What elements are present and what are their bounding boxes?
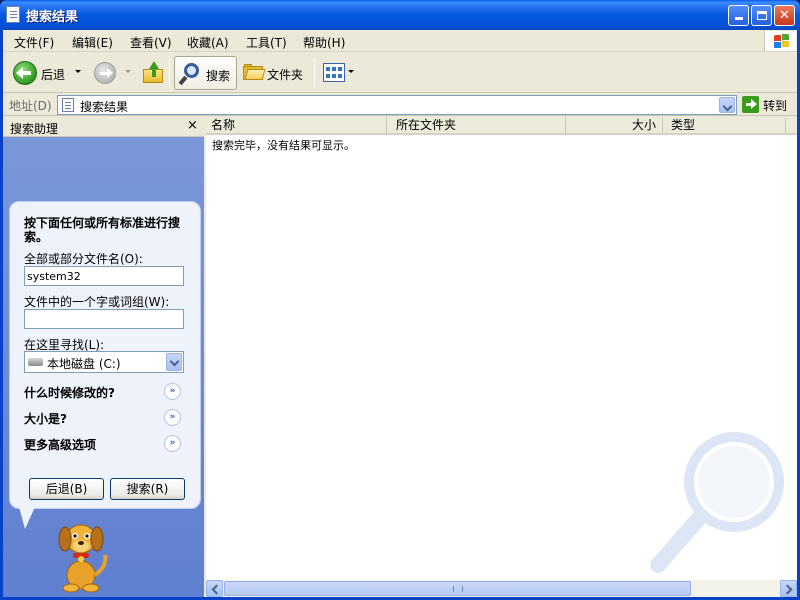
expand-chevron-icon[interactable]: » xyxy=(164,435,181,452)
expander-label: 大小是? xyxy=(24,412,67,426)
horizontal-scrollbar[interactable] xyxy=(206,580,797,597)
results-list[interactable]: 名称 所在文件夹 大小 类型 搜索完毕，没有结果可显示。 xyxy=(206,117,797,597)
column-type[interactable]: 类型 xyxy=(666,117,786,134)
close-button[interactable]: ✕ xyxy=(774,5,795,26)
search-button[interactable]: 搜索 xyxy=(174,56,237,90)
search-companion-pane: 搜索助理 × 按下面任何或所有标准进行搜索。 全部或部分文件名(O): syst… xyxy=(3,117,204,597)
hard-drive-icon xyxy=(28,358,43,366)
expander-date-modified[interactable]: 什么时候修改的? » xyxy=(24,383,184,401)
text-in-file-input[interactable] xyxy=(24,309,184,329)
empty-results-message: 搜索完毕，没有结果可显示。 xyxy=(212,139,355,152)
pane-title: 搜索助理 xyxy=(10,122,59,136)
look-in-value: 本地磁盘 (C:) xyxy=(47,357,121,371)
menu-bar: 文件(F) 编辑(E) 查看(V) 收藏(A) 工具(T) 帮助(H) xyxy=(3,30,797,52)
pane-close-icon[interactable]: × xyxy=(187,118,198,133)
back-arrow-icon[interactable] xyxy=(13,61,37,85)
back-dropdown-icon[interactable] xyxy=(75,70,81,73)
scroll-thumb[interactable] xyxy=(224,581,691,596)
maximize-icon xyxy=(756,11,767,20)
look-in-select[interactable]: 本地磁盘 (C:) xyxy=(24,351,184,373)
column-size[interactable]: 大小 xyxy=(566,117,663,134)
text-in-file-label: 文件中的一个字或词组(W): xyxy=(24,295,170,309)
windows-logo-icon xyxy=(764,31,796,51)
menu-edit[interactable]: 编辑(E) xyxy=(72,34,113,51)
filename-label: 全部或部分文件名(O): xyxy=(24,252,143,266)
expander-label: 什么时候修改的? xyxy=(24,386,115,400)
forward-arrow-icon[interactable] xyxy=(94,62,116,84)
toolbar-separator xyxy=(314,59,315,87)
magnifier-watermark-icon xyxy=(650,432,784,573)
folders-button-label[interactable]: 文件夹 xyxy=(267,66,303,83)
search-dog-icon xyxy=(58,524,108,593)
column-header: 名称 所在文件夹 大小 类型 xyxy=(206,117,797,135)
search-submit-button[interactable]: 搜索(R) xyxy=(110,478,185,500)
expand-chevron-icon[interactable]: » xyxy=(164,409,181,426)
speech-bubble-tail xyxy=(19,507,35,529)
address-dropdown-icon[interactable] xyxy=(719,97,735,113)
column-name[interactable]: 名称 xyxy=(206,117,387,134)
menu-view[interactable]: 查看(V) xyxy=(130,34,172,51)
forward-dropdown-icon[interactable] xyxy=(125,70,131,73)
menu-file[interactable]: 文件(F) xyxy=(14,34,54,51)
views-icon[interactable] xyxy=(323,63,345,82)
title-bar[interactable]: 搜索结果 ✕ xyxy=(0,0,800,30)
maximize-button[interactable] xyxy=(751,5,772,26)
views-dropdown-icon[interactable] xyxy=(348,70,354,73)
scroll-left-icon[interactable] xyxy=(206,580,223,597)
chevron-down-icon[interactable] xyxy=(166,353,182,371)
back-button-label[interactable]: 后退 xyxy=(41,66,65,83)
document-icon xyxy=(6,6,20,23)
address-label: 地址(D) xyxy=(9,99,52,113)
address-input[interactable]: 搜索结果 xyxy=(57,95,737,115)
go-button-label[interactable]: 转到 xyxy=(763,97,787,114)
minimize-button[interactable] xyxy=(728,5,749,26)
folders-icon[interactable] xyxy=(243,64,266,80)
go-arrow-icon[interactable] xyxy=(742,96,759,113)
pane-header: 搜索助理 × xyxy=(3,117,204,137)
close-icon: ✕ xyxy=(779,8,790,23)
scroll-right-icon[interactable] xyxy=(780,580,797,597)
window-title: 搜索结果 xyxy=(26,10,79,25)
back-button[interactable]: 后退(B) xyxy=(29,478,104,500)
folder-up-icon[interactable] xyxy=(143,61,165,83)
search-button-label: 搜索 xyxy=(206,69,231,83)
search-criteria-panel: 按下面任何或所有标准进行搜索。 全部或部分文件名(O): system32 文件… xyxy=(9,201,201,509)
filename-input[interactable]: system32 xyxy=(24,266,184,286)
menu-tools[interactable]: 工具(T) xyxy=(246,34,287,51)
minimize-icon xyxy=(734,17,743,20)
menu-favorites[interactable]: 收藏(A) xyxy=(187,34,229,51)
toolbar: 后退 搜索 文件夹 xyxy=(3,53,797,93)
expand-chevron-icon[interactable]: » xyxy=(164,383,181,400)
address-bar: 地址(D) 搜索结果 转到 xyxy=(3,94,797,116)
address-value: 搜索结果 xyxy=(80,100,129,114)
menu-help[interactable]: 帮助(H) xyxy=(303,34,345,51)
column-folder[interactable]: 所在文件夹 xyxy=(391,117,566,134)
expander-size[interactable]: 大小是? » xyxy=(24,409,184,427)
search-results-icon xyxy=(62,98,74,112)
expander-label: 更多高级选项 xyxy=(24,438,97,452)
toolbar-separator xyxy=(169,59,170,87)
magnifier-icon xyxy=(178,63,201,86)
expander-advanced[interactable]: 更多高级选项 » xyxy=(24,435,184,453)
search-prompt: 按下面任何或所有标准进行搜索。 xyxy=(24,216,181,244)
